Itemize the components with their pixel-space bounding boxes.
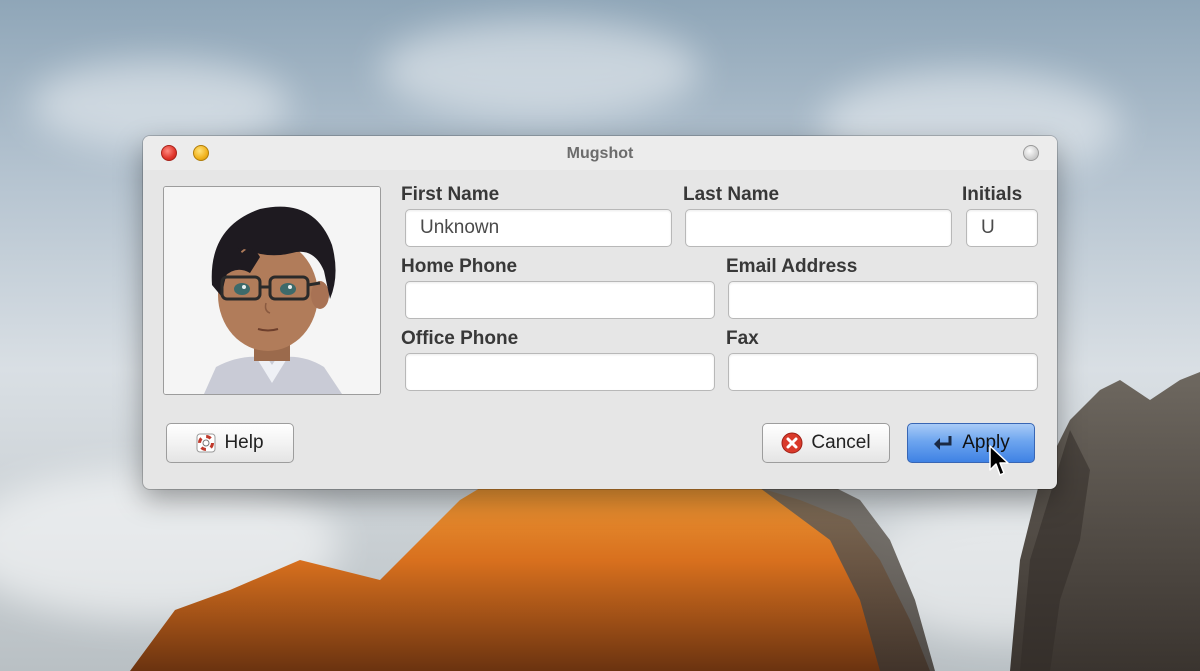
avatar-image <box>164 187 380 394</box>
home-phone-field[interactable] <box>405 281 715 319</box>
initials-label: Initials <box>962 184 1023 205</box>
office-phone-label: Office Phone <box>401 328 519 349</box>
apply-button[interactable]: Apply <box>907 423 1035 463</box>
initials-field[interactable] <box>966 209 1038 247</box>
fax-label: Fax <box>726 328 759 349</box>
help-button[interactable]: Help <box>166 423 294 463</box>
help-button-label: Help <box>224 432 264 453</box>
email-address-label: Email Address <box>726 256 858 277</box>
cancel-button[interactable]: Cancel <box>762 423 890 463</box>
last-name-label: Last Name <box>683 184 780 205</box>
return-arrow-icon <box>932 434 954 452</box>
home-phone-label: Home Phone <box>401 256 518 277</box>
mouse-pointer-icon <box>989 445 1009 476</box>
fax-field[interactable] <box>728 353 1038 391</box>
cancel-button-label: Cancel <box>811 432 871 453</box>
email-address-field[interactable] <box>728 281 1038 319</box>
window-title: Mugshot <box>566 145 634 162</box>
lifebuoy-icon <box>196 433 216 453</box>
title-bar[interactable]: Mugshot <box>143 136 1057 170</box>
avatar-photo[interactable] <box>163 186 381 395</box>
zoom-window-button[interactable] <box>1023 145 1039 161</box>
office-phone-field[interactable] <box>405 353 715 391</box>
red-x-circle-icon <box>781 432 803 454</box>
mugshot-window: Mugshot First Name Unknown Last Name Ini… <box>143 136 1057 489</box>
first-name-field[interactable] <box>405 209 672 247</box>
last-name-field[interactable] <box>685 209 952 247</box>
first-name-label: First Name <box>401 184 500 205</box>
